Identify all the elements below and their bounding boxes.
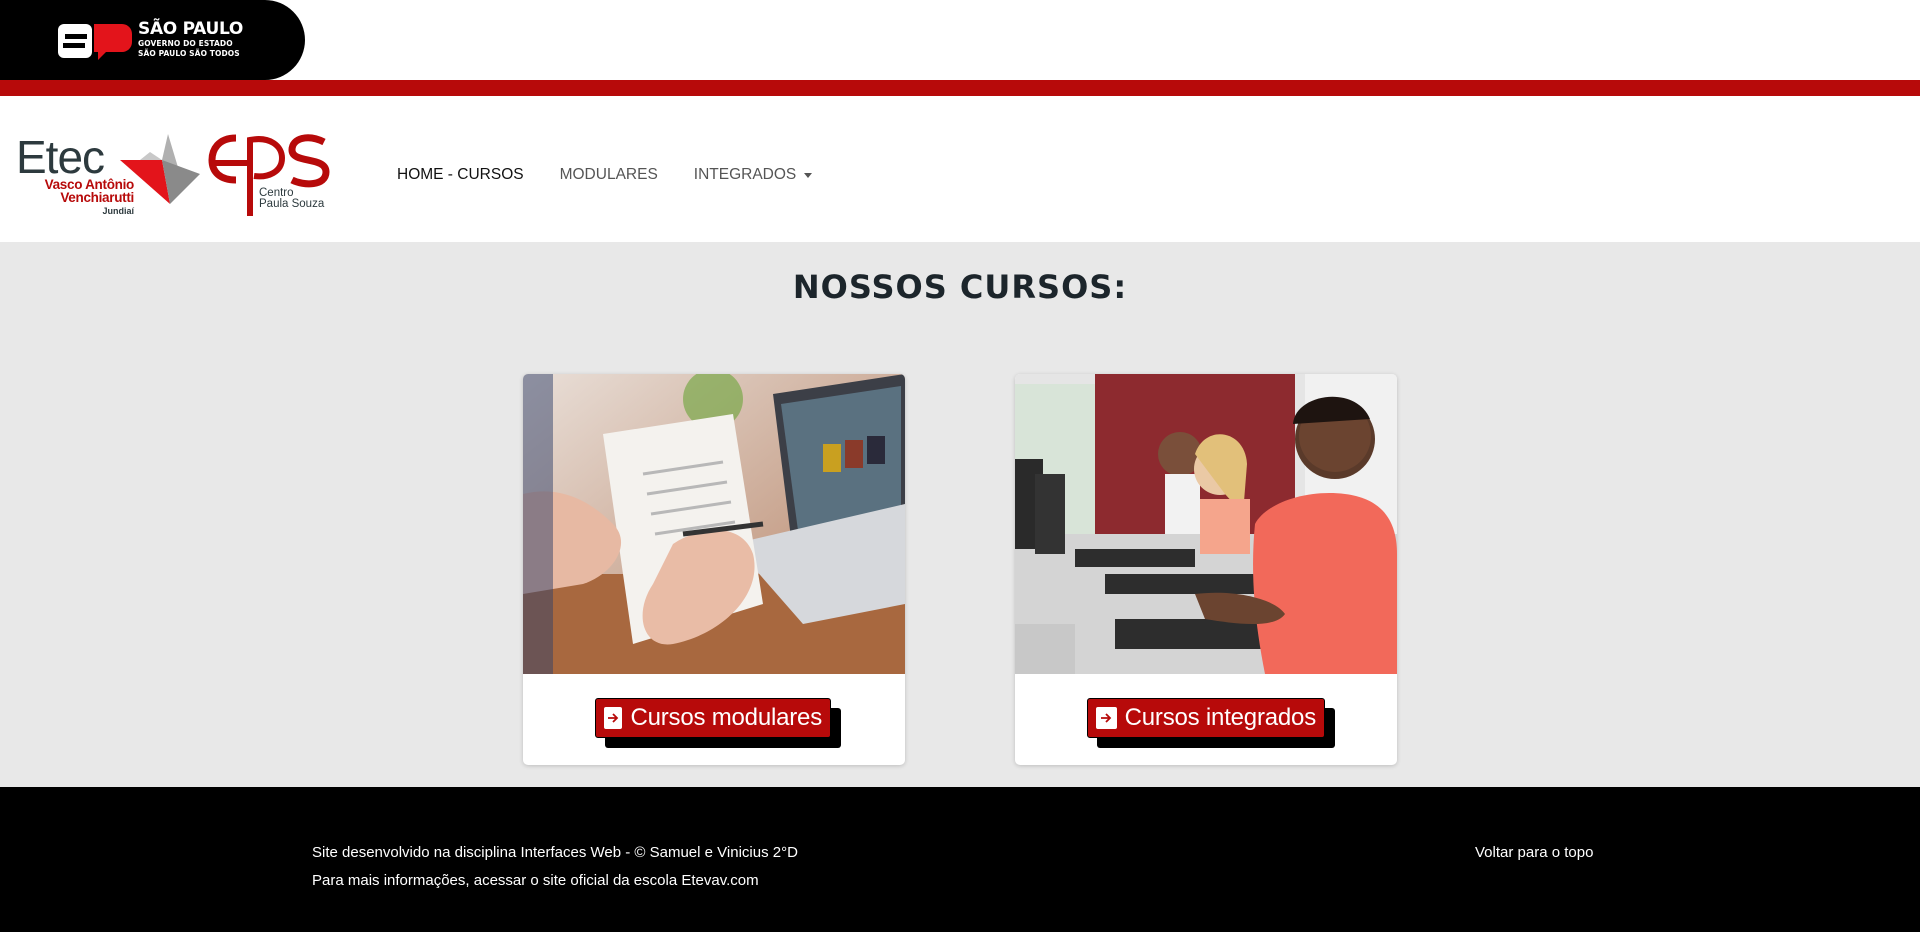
course-card-modulares: Cursos modulares: [523, 374, 905, 765]
footer-info-line: Para mais informações, acessar o site of…: [312, 867, 798, 895]
main-nav: HOME - CURSOS MODULARES INTEGRADOS: [397, 166, 830, 184]
government-text: SÃO PAULO GOVERNO DO ESTADO SÃO PAULO SÃ…: [138, 20, 243, 59]
government-slogan: SÃO PAULO SÃO TODOS: [138, 49, 240, 58]
cursos-integrados-label: Cursos integrados: [1124, 704, 1317, 731]
arrow-right-icon: [1096, 707, 1117, 729]
page-title: NOSSOS CURSOS:: [792, 268, 1128, 306]
etec-logo[interactable]: Etec Vasco Antônio Venchiarutti Jundiaí: [16, 131, 200, 218]
government-subtitle: GOVERNO DO ESTADO: [138, 39, 233, 48]
nav-modulares-label: MODULARES: [559, 166, 658, 183]
footer-credits-line: Site desenvolvido na disciplina Interfac…: [312, 844, 798, 861]
cps-logo[interactable]: Centro Paula Souza: [208, 130, 332, 216]
site-header: Etec Vasco Antônio Venchiarutti Jundiaí …: [0, 96, 1920, 242]
government-logo[interactable]: SÃO PAULO GOVERNO DO ESTADO SÃO PAULO SÃ…: [0, 0, 305, 80]
government-title: SÃO PAULO: [138, 19, 244, 39]
cursos-modulares-label: Cursos modulares: [630, 704, 822, 731]
site-footer: Site desenvolvido na disciplina Interfac…: [0, 787, 1920, 932]
nav-integrados-label: INTEGRADOS: [693, 166, 797, 183]
footer-info-text: Para mais informações, acessar o site of…: [312, 872, 682, 889]
nav-integrados-dropdown[interactable]: INTEGRADOS: [676, 166, 830, 184]
course-card-integrados: Cursos integrados: [1015, 374, 1397, 765]
laptop-document-photo: [523, 374, 905, 674]
nav-modulares[interactable]: MODULARES: [542, 166, 676, 184]
children-computer-lab-photo: [1015, 374, 1397, 674]
main-content: NOSSOS CURSOS: Cursos modulares Cursos i…: [0, 242, 1920, 787]
footer-credits: Site desenvolvido na disciplina Interfac…: [312, 839, 798, 895]
government-banner: SÃO PAULO GOVERNO DO ESTADO SÃO PAULO SÃ…: [0, 0, 1920, 80]
etec-logo-school-name: Vasco Antônio Venchiarutti: [24, 178, 135, 205]
red-divider-stripe: [0, 80, 1920, 96]
nav-home-cursos[interactable]: HOME - CURSOS: [397, 166, 542, 184]
etec-logo-word: Etec: [16, 131, 105, 183]
back-to-top-link[interactable]: Voltar para o topo: [1475, 839, 1593, 867]
arrow-right-icon: [604, 707, 623, 729]
sp-logo-icon: [58, 24, 132, 60]
etec-star-icon: [120, 134, 200, 204]
cps-logo-text: Centro Paula Souza: [259, 187, 325, 210]
cps-logo-line-2: Paula Souza: [259, 198, 325, 210]
etec-logo-city: Jundiaí: [102, 206, 134, 216]
cursos-modulares-button[interactable]: Cursos modulares: [595, 698, 831, 738]
nav-home-cursos-label: HOME - CURSOS: [397, 166, 524, 183]
chevron-down-icon: [804, 172, 813, 178]
cursos-integrados-button[interactable]: Cursos integrados: [1087, 698, 1325, 738]
etevav-link[interactable]: Etevav.com: [681, 872, 758, 889]
